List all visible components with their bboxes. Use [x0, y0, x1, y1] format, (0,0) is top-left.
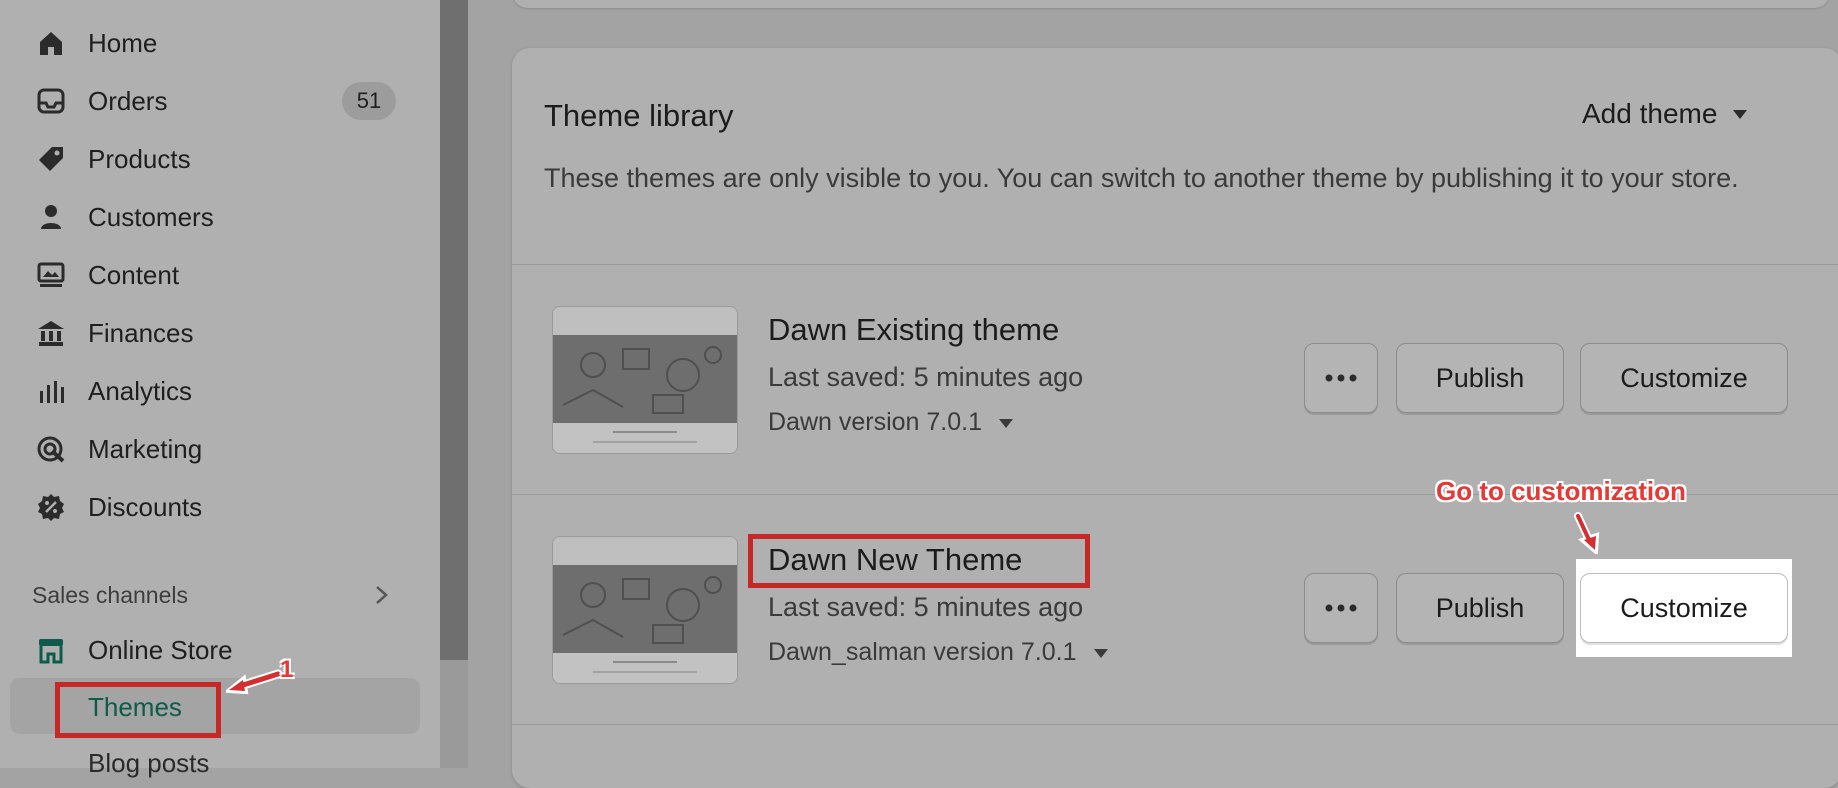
sidebar-item-home[interactable]: Home	[0, 15, 420, 71]
theme-version-dropdown[interactable]: Dawn version 7.0.1	[768, 408, 1014, 437]
add-theme-button[interactable]: Add theme	[1582, 98, 1749, 130]
sidebar-item-label: Marketing	[88, 433, 203, 464]
sidebar-item-orders[interactable]: Orders 51	[0, 73, 420, 129]
sidebar-item-label: Home	[88, 27, 158, 58]
chevron-right-icon[interactable]	[370, 580, 394, 610]
previous-card	[512, 0, 1830, 8]
theme-last-saved: Last saved: 5 minutes ago	[768, 362, 1084, 392]
sidebar-item-finances[interactable]: Finances	[0, 305, 420, 361]
theme-name: Dawn Existing theme	[768, 312, 1060, 347]
sidebar-item-label: Content	[88, 259, 180, 290]
publish-button[interactable]: Publish	[1396, 343, 1564, 413]
add-theme-label: Add theme	[1582, 98, 1718, 129]
sales-channels-heading: Sales channels	[32, 582, 188, 608]
sidebar-item-customers[interactable]: Customers	[0, 189, 420, 245]
sidebar-item-discounts[interactable]: Discounts	[0, 479, 420, 535]
sidebar-item-label: Products	[88, 143, 191, 174]
theme-last-saved: Last saved: 5 minutes ago	[768, 592, 1084, 622]
person-icon	[36, 202, 66, 232]
sidebar-item-label: Analytics	[88, 375, 193, 406]
content-icon	[36, 260, 66, 290]
caret-down-icon	[1733, 110, 1748, 119]
card-title: Theme library	[544, 98, 734, 133]
theme-thumbnail	[552, 536, 738, 684]
orders-count-badge: 51	[342, 82, 396, 120]
customize-button[interactable]: Customize	[1580, 573, 1788, 643]
theme-version-dropdown[interactable]: Dawn_salman version 7.0.1	[768, 638, 1109, 667]
store-icon	[36, 635, 66, 665]
sidebar-item-online-store[interactable]: Online Store	[0, 622, 420, 678]
go-to-customization-annotation: Go to customization	[1436, 476, 1686, 506]
sidebar-item-content[interactable]: Content	[0, 247, 420, 303]
scrollbar-thumb[interactable]	[440, 0, 468, 660]
annotation-arrow-icon	[226, 669, 282, 695]
sidebar-item-label: Discounts	[88, 491, 203, 522]
discount-icon	[36, 492, 66, 522]
bar-chart-icon	[36, 376, 66, 406]
ellipsis-icon	[1325, 374, 1357, 382]
caret-down-icon	[999, 418, 1014, 428]
card-description: These themes are only visible to you. Yo…	[544, 163, 1739, 193]
themes-annotation-box	[55, 682, 221, 738]
theme-name-annotation-box	[748, 534, 1090, 588]
theme-version-label: Dawn version 7.0.1	[768, 408, 983, 436]
sidebar-item-marketing[interactable]: Marketing	[0, 421, 420, 477]
sidebar-item-products[interactable]: Products	[0, 131, 420, 187]
tag-icon	[36, 144, 66, 174]
bank-icon	[36, 318, 66, 348]
theme-library-card: Theme library Add theme These themes are…	[512, 48, 1838, 788]
customize-button[interactable]: Customize	[1580, 343, 1788, 413]
sidebar-item-label: Online Store	[88, 634, 233, 665]
sidebar-item-label: Customers	[88, 201, 214, 232]
home-icon	[36, 28, 66, 58]
sidebar-subitem-blog-posts[interactable]: Blog posts	[88, 748, 209, 779]
divider	[512, 264, 1838, 265]
divider	[512, 724, 1838, 725]
annotation-arrow-icon	[1574, 512, 1600, 554]
ellipsis-icon	[1325, 604, 1357, 612]
theme-thumbnail	[552, 306, 738, 454]
more-actions-button[interactable]	[1304, 573, 1378, 643]
publish-button[interactable]: Publish	[1396, 573, 1564, 643]
sidebar-item-analytics[interactable]: Analytics	[0, 363, 420, 419]
sidebar-item-label: Orders	[88, 85, 168, 116]
more-actions-button[interactable]	[1304, 343, 1378, 413]
orders-icon	[36, 86, 66, 116]
caret-down-icon	[1093, 648, 1108, 658]
marketing-icon	[36, 434, 66, 464]
step-number-annotation: 1	[280, 656, 294, 683]
theme-version-label: Dawn_salman version 7.0.1	[768, 638, 1077, 666]
sidebar-item-label: Finances	[88, 317, 194, 348]
